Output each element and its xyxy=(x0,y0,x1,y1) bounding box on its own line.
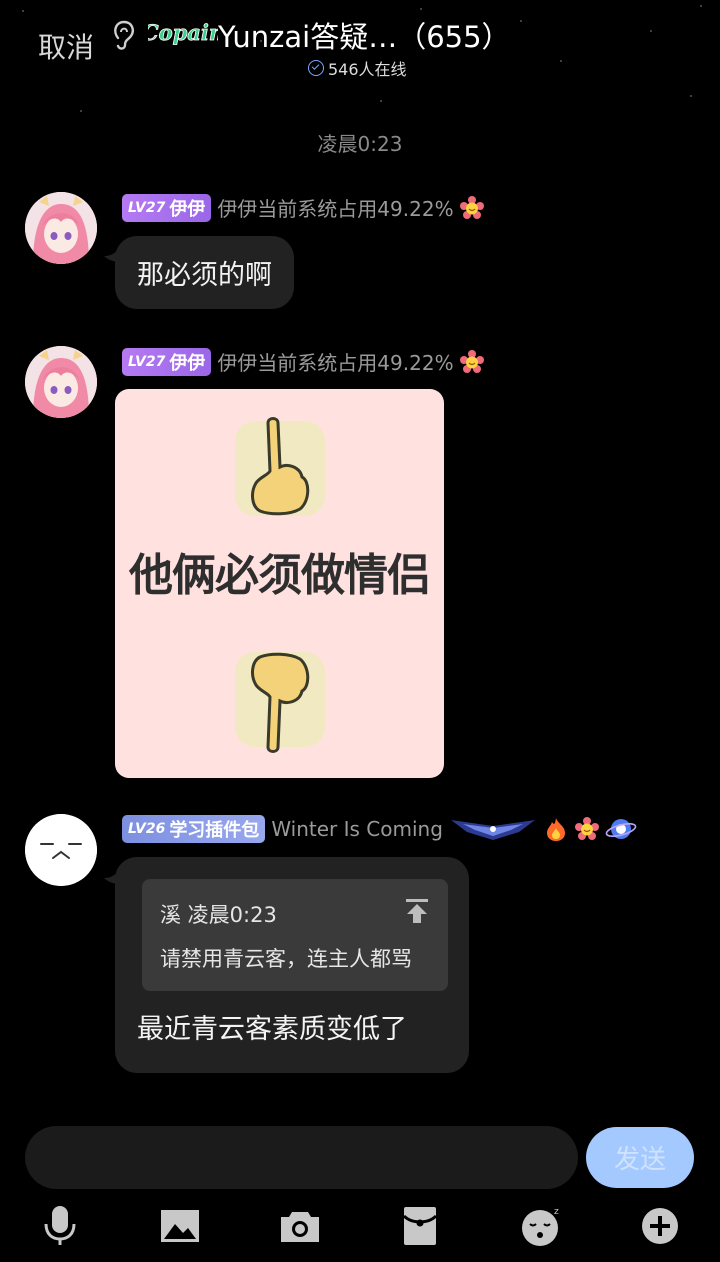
pointing-down-hand-image xyxy=(235,652,325,753)
plus-icon[interactable] xyxy=(638,1204,682,1248)
member-title: Winter Is Coming xyxy=(271,817,443,841)
message-text: 最近青云客素质变低了 xyxy=(137,1014,407,1045)
level-badge[interactable]: LV26 学习插件包 xyxy=(122,815,266,843)
avatar[interactable] xyxy=(25,346,97,418)
copain-logo: Copain xyxy=(148,20,218,46)
level-label: LV26 xyxy=(128,821,166,837)
online-count: 546人在线 xyxy=(308,56,407,80)
sender-row: LV27 伊伊 伊伊当前系统占用49.22% xyxy=(122,193,484,222)
member-title: 伊伊当前系统占用49.22% xyxy=(217,197,454,221)
level-badge[interactable]: LV27 伊伊 xyxy=(122,347,212,376)
svg-text:z: z xyxy=(554,1207,559,1217)
ear-icon[interactable] xyxy=(110,18,138,52)
message-bubble[interactable]: 那必须的啊 xyxy=(115,236,294,309)
nickname: 伊伊 xyxy=(169,198,206,220)
fire-icon xyxy=(546,818,565,841)
avatar[interactable] xyxy=(25,192,97,264)
image-message[interactable]: 他俩必须做情侣 xyxy=(115,389,444,778)
emoji-icon[interactable]: z xyxy=(518,1204,562,1248)
nickname: 学习插件包 xyxy=(169,820,260,841)
red-packet-icon[interactable] xyxy=(398,1204,442,1248)
flower-emoji-icon xyxy=(459,195,484,219)
message-text: 那必须的啊 xyxy=(137,260,272,291)
pointing-up-hand-image xyxy=(235,417,325,516)
flower-emoji-icon xyxy=(574,817,599,840)
anime-avatar-image xyxy=(25,346,97,418)
anime-avatar-image xyxy=(25,192,97,264)
flower-emoji-icon xyxy=(459,349,484,373)
time-separator: 凌晨0:23 xyxy=(317,132,403,156)
reply-body: 请禁用青云客，连主人都骂 xyxy=(160,947,412,971)
check-circle-icon xyxy=(308,60,324,76)
face-avatar-image xyxy=(25,814,97,886)
sender-row: LV27 伊伊 伊伊当前系统占用49.22% xyxy=(122,347,484,376)
wings-badge-icon xyxy=(450,820,535,840)
camera-icon[interactable] xyxy=(278,1204,322,1248)
planet-icon xyxy=(605,819,637,839)
send-button[interactable]: 发送 xyxy=(586,1127,694,1188)
member-title: 伊伊当前系统占用49.22% xyxy=(217,351,454,375)
message-input[interactable] xyxy=(25,1126,578,1189)
jump-to-top-icon[interactable] xyxy=(404,897,430,925)
group-title[interactable]: Yunzai答疑…（655） xyxy=(218,14,511,56)
level-label: LV27 xyxy=(128,353,166,370)
sender-row: LV26 学习插件包 Winter Is Coming xyxy=(122,815,637,843)
image-icon[interactable] xyxy=(158,1204,202,1248)
mic-icon[interactable] xyxy=(38,1204,82,1248)
online-count-text: 546人在线 xyxy=(328,60,407,79)
level-label: LV27 xyxy=(128,199,166,216)
level-badge[interactable]: LV27 伊伊 xyxy=(122,193,212,222)
cancel-button[interactable]: 取消 xyxy=(38,26,94,66)
reply-quote[interactable]: 溪 凌晨0:23 请禁用青云客，连主人都骂 xyxy=(142,879,448,991)
reply-header: 溪 凌晨0:23 xyxy=(160,903,277,927)
copain-logo-text: Copain xyxy=(148,20,218,45)
avatar[interactable] xyxy=(25,814,97,886)
message-bubble[interactable]: 溪 凌晨0:23 请禁用青云客，连主人都骂 最近青云客素质变低了 xyxy=(115,857,469,1073)
image-caption: 他俩必须做情侣 xyxy=(129,550,431,601)
nickname: 伊伊 xyxy=(169,352,206,374)
